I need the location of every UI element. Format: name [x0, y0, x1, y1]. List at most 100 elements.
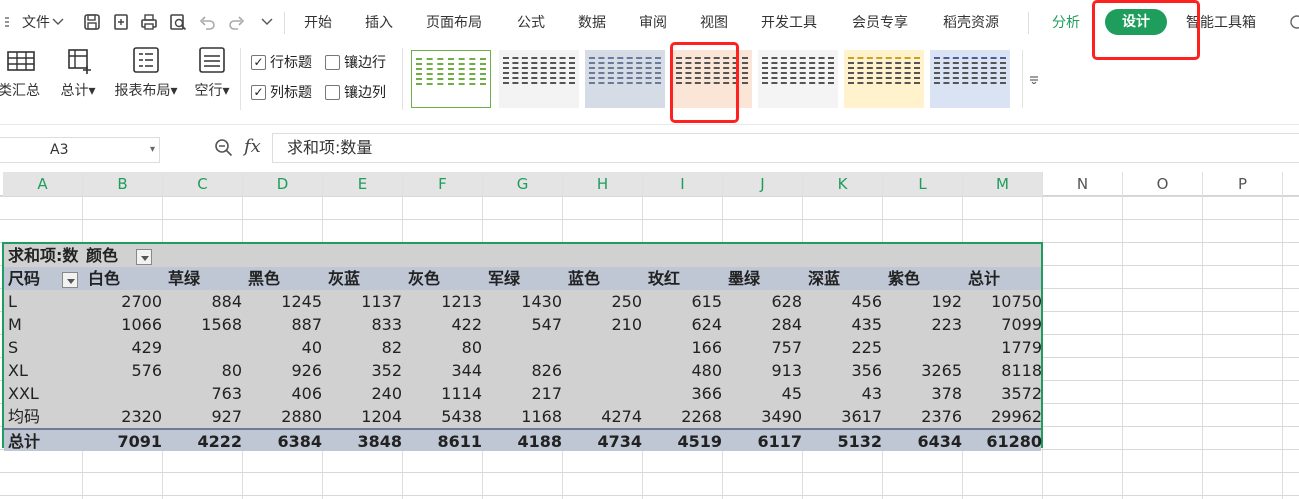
pivot-total-label[interactable]: 总计: [8, 430, 84, 453]
column-header-d[interactable]: D: [243, 172, 323, 196]
column-header-g[interactable]: G: [483, 172, 563, 196]
pivot-value-cell[interactable]: 1213: [404, 290, 484, 313]
column-header-n[interactable]: N: [1043, 172, 1123, 196]
pivot-total-cell[interactable]: 4734: [564, 430, 644, 453]
column-header-o[interactable]: O: [1123, 172, 1203, 196]
pivot-value-cell[interactable]: 352: [324, 359, 404, 382]
pivot-value-cell[interactable]: 166: [644, 336, 724, 359]
pivot-col-header[interactable]: 灰蓝: [328, 267, 404, 290]
pivot-col-header[interactable]: 深蓝: [808, 267, 884, 290]
pivot-style-1[interactable]: [411, 50, 491, 108]
pivot-value-cell[interactable]: 2268: [644, 405, 724, 428]
pivot-total-cell[interactable]: 6384: [244, 430, 324, 453]
pivot-value-cell[interactable]: 82: [324, 336, 404, 359]
pivot-value-cell[interactable]: 10750: [964, 290, 1044, 313]
pivot-value-cell[interactable]: [884, 336, 964, 359]
pivot-value-cell[interactable]: 1430: [484, 290, 564, 313]
pivot-value-cell[interactable]: 1779: [964, 336, 1044, 359]
pivot-value-cell[interactable]: 628: [724, 290, 804, 313]
tab-data[interactable]: 数据: [578, 12, 606, 34]
pivot-row-label[interactable]: L: [8, 290, 84, 313]
pivot-value-cell[interactable]: 3617: [804, 405, 884, 428]
tab-formulas[interactable]: 公式: [517, 12, 545, 34]
gallery-more-icon[interactable]: [1022, 50, 1044, 108]
pivot-total-cell[interactable]: 4188: [484, 430, 564, 453]
pivot-style-5[interactable]: [758, 50, 838, 108]
pivot-col-header[interactable]: 灰色: [408, 267, 484, 290]
pivot-value-cell[interactable]: [164, 336, 244, 359]
pivot-value-cell[interactable]: 210: [564, 313, 644, 336]
column-header-e[interactable]: E: [323, 172, 403, 196]
pivot-col-header[interactable]: 紫色: [888, 267, 964, 290]
pivot-col-header[interactable]: 军绿: [488, 267, 564, 290]
menu-icon[interactable]: [2, 11, 12, 33]
more-icon[interactable]: [1285, 11, 1299, 33]
filter-dropdown-icon[interactable]: [62, 271, 79, 288]
pivot-total-cell[interactable]: 4519: [644, 430, 724, 453]
blank-row-button[interactable]: 空行▾: [190, 46, 234, 100]
pivot-value-cell[interactable]: 1066: [84, 313, 164, 336]
pivot-style-3[interactable]: [585, 50, 665, 108]
tab-insert[interactable]: 插入: [365, 12, 393, 34]
pivot-value-cell[interactable]: 43: [804, 382, 884, 405]
pivot-value-cell[interactable]: [84, 382, 164, 405]
pivot-total-cell[interactable]: 8611: [404, 430, 484, 453]
pivot-col-header[interactable]: 黑色: [248, 267, 324, 290]
pivot-total-cell[interactable]: 4222: [164, 430, 244, 453]
column-header-i[interactable]: I: [643, 172, 723, 196]
pivot-value-cell[interactable]: 7099: [964, 313, 1044, 336]
pivot-value-cell[interactable]: 927: [164, 405, 244, 428]
pivot-value-cell[interactable]: 1245: [244, 290, 324, 313]
pivot-value-cell[interactable]: 576: [84, 359, 164, 382]
pivot-value-cell[interactable]: 3572: [964, 382, 1044, 405]
pivot-col-header[interactable]: 草绿: [168, 267, 244, 290]
pivot-row-label[interactable]: XXL: [8, 382, 84, 405]
pivot-value-cell[interactable]: 192: [884, 290, 964, 313]
pivot-total-cell[interactable]: 61280: [964, 430, 1044, 453]
pivot-value-cell[interactable]: 2880: [244, 405, 324, 428]
pivot-value-cell[interactable]: 913: [724, 359, 804, 382]
pivot-value-cell[interactable]: 763: [164, 382, 244, 405]
pivot-value-cell[interactable]: 435: [804, 313, 884, 336]
tab-developer[interactable]: 开发工具: [761, 12, 817, 34]
column-header-l[interactable]: L: [883, 172, 963, 196]
pivot-col-header[interactable]: 玫红: [648, 267, 724, 290]
pivot-col-header[interactable]: 蓝色: [568, 267, 644, 290]
pivot-col-header[interactable]: 总计: [968, 267, 1044, 290]
pivot-table[interactable]: 求和项:数 颜色 尺码 白色 草绿 黑色 灰蓝 灰色 军绿 蓝色 玫红 墨绿 深蓝 紫色 总计 L 2700 88…: [2, 242, 1044, 451]
pivot-row-label[interactable]: S: [8, 336, 84, 359]
save-icon[interactable]: [82, 11, 102, 33]
pivot-total-cell[interactable]: 5132: [804, 430, 884, 453]
zoom-search-icon[interactable]: [214, 138, 234, 162]
pivot-value-cell[interactable]: 3265: [884, 359, 964, 382]
pivot-value-cell[interactable]: 456: [804, 290, 884, 313]
pivot-value-cell[interactable]: 225: [804, 336, 884, 359]
pivot-value-cell[interactable]: 422: [404, 313, 484, 336]
pivot-value-cell[interactable]: 406: [244, 382, 324, 405]
column-header-k[interactable]: K: [803, 172, 883, 196]
grand-total-button[interactable]: 总计▾: [56, 46, 100, 100]
filter-dropdown-icon[interactable]: [136, 248, 153, 265]
pivot-value-cell[interactable]: 2700: [84, 290, 164, 313]
tab-page-layout[interactable]: 页面布局: [426, 12, 482, 34]
tab-analyze[interactable]: 分析: [1052, 12, 1080, 34]
pivot-value-cell[interactable]: 833: [324, 313, 404, 336]
column-header-m[interactable]: M: [963, 172, 1043, 196]
pivot-value-cell[interactable]: 1204: [324, 405, 404, 428]
print-icon[interactable]: [139, 11, 159, 33]
pivot-value-cell[interactable]: 240: [324, 382, 404, 405]
tab-docer[interactable]: 稻壳资源: [943, 12, 999, 34]
pivot-value-cell[interactable]: 624: [644, 313, 724, 336]
pivot-value-cell[interactable]: 366: [644, 382, 724, 405]
print-preview-icon[interactable]: [168, 11, 188, 33]
pivot-col-header[interactable]: 墨绿: [728, 267, 804, 290]
pivot-col-field[interactable]: 颜色: [84, 244, 164, 267]
pivot-value-cell[interactable]: 8118: [964, 359, 1044, 382]
column-header-b[interactable]: B: [83, 172, 163, 196]
pivot-value-cell[interactable]: 344: [404, 359, 484, 382]
chevron-down-icon[interactable]: [48, 11, 68, 33]
pivot-value-cell[interactable]: 2320: [84, 405, 164, 428]
column-header-a[interactable]: A: [3, 172, 83, 196]
banded-rows-checkbox[interactable]: 镶边行: [325, 52, 386, 72]
pivot-value-cell[interactable]: 3490: [724, 405, 804, 428]
